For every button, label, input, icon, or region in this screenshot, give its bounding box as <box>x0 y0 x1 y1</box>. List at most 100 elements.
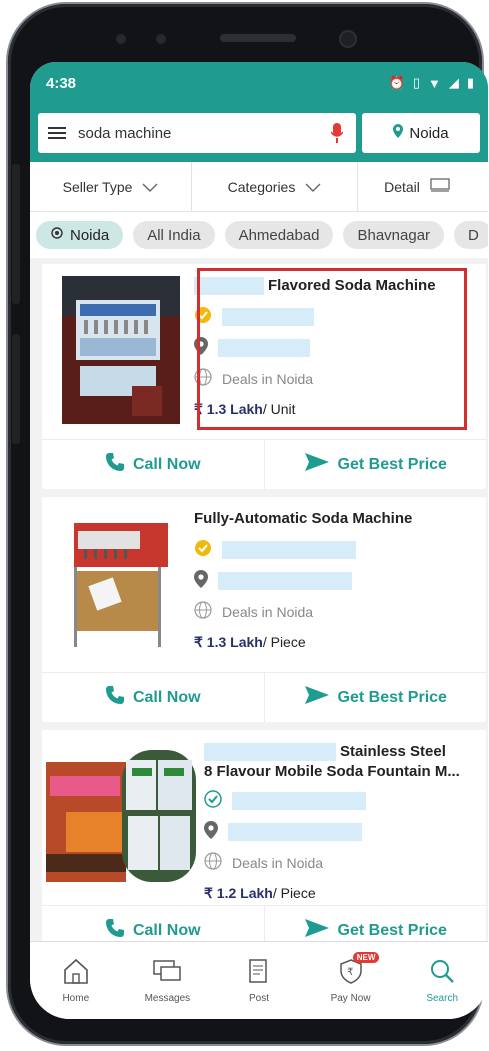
phone-top-bezel <box>8 4 482 64</box>
categories-filter[interactable]: Categories <box>192 162 358 211</box>
product-title-line2[interactable]: 8 Flavour Mobile Soda Fountain M... <box>204 762 460 782</box>
search-icon <box>429 958 455 987</box>
post-icon <box>247 958 271 987</box>
filter-label: Seller Type <box>62 178 133 195</box>
chip-bhavnagar[interactable]: Bhavnagar <box>343 221 445 249</box>
location-pin-icon <box>393 124 404 142</box>
microphone-icon[interactable] <box>328 122 346 144</box>
search-bar: soda machine Noida <box>30 104 488 162</box>
bottom-navigation: Home Messages Post NEW ₹ Pay Now Search <box>30 941 488 1019</box>
redacted-seller <box>222 541 356 559</box>
product-title[interactable]: Stainless Steel <box>340 742 446 762</box>
product-list: Flavored Soda Machine Deals in Noida ₹ 1… <box>30 258 488 955</box>
redacted-company <box>194 277 264 295</box>
send-arrow-icon <box>304 685 330 710</box>
globe-icon <box>204 851 222 875</box>
product-title[interactable]: Fully-Automatic Soda Machine <box>194 509 412 529</box>
verified-badge-icon <box>194 539 212 562</box>
search-input[interactable]: soda machine <box>38 113 356 153</box>
vibrate-icon: ▯ <box>412 75 420 90</box>
target-location-icon <box>50 226 64 244</box>
detail-view-icon <box>430 178 450 195</box>
deals-in-text: Deals in Noida <box>222 371 314 387</box>
sensor-icon <box>156 34 166 44</box>
product-card[interactable]: Stainless Steel 8 Flavour Mobile Soda Fo… <box>42 730 486 955</box>
location-label: Noida <box>409 124 449 142</box>
phone-frame: 4:38 ⏰ ▯ ▼ ◢ ▮ soda machine Noida Seller… <box>8 4 488 1044</box>
button-label: Call Now <box>132 455 201 473</box>
alarm-icon: ⏰ <box>388 75 405 90</box>
nav-label: Messages <box>144 992 191 1004</box>
chip-all-india[interactable]: All India <box>133 221 215 249</box>
filter-bar: Seller Type Categories Detail <box>30 162 488 212</box>
redacted-seller <box>232 792 366 810</box>
phone-icon <box>105 918 125 943</box>
globe-icon <box>194 600 212 624</box>
seller-type-filter[interactable]: Seller Type <box>30 162 192 211</box>
location-selector[interactable]: Noida <box>362 113 480 153</box>
new-badge: NEW <box>352 952 380 963</box>
get-best-price-button[interactable]: Get Best Price <box>263 440 487 489</box>
price-unit: / Unit <box>262 401 296 417</box>
product-price: ₹ 1.2 Lakh/ Piece <box>204 885 476 902</box>
nav-label: Home <box>62 992 90 1004</box>
nav-search[interactable]: Search <box>396 942 488 1019</box>
send-arrow-icon <box>304 452 330 477</box>
nav-label: Search <box>426 992 459 1004</box>
chip-label: Noida <box>70 226 110 244</box>
button-label: Call Now <box>132 688 201 706</box>
chevron-down-icon <box>305 179 321 195</box>
product-image[interactable] <box>46 742 196 890</box>
nav-pay-now[interactable]: NEW ₹ Pay Now <box>305 942 397 1019</box>
call-now-button[interactable]: Call Now <box>42 440 264 489</box>
button-label: Get Best Price <box>337 455 447 473</box>
phone-icon <box>105 685 125 710</box>
price-value: ₹ 1.2 Lakh <box>204 885 273 901</box>
earpiece-speaker <box>220 34 296 42</box>
chip-noida[interactable]: Noida <box>36 221 124 249</box>
product-title[interactable]: Flavored Soda Machine <box>268 276 436 296</box>
product-card[interactable]: Flavored Soda Machine Deals in Noida ₹ 1… <box>42 264 486 489</box>
nav-post[interactable]: Post <box>213 942 305 1019</box>
deals-in-text: Deals in Noida <box>222 604 314 620</box>
svg-text:₹: ₹ <box>347 967 353 978</box>
get-best-price-button[interactable]: Get Best Price <box>263 673 487 722</box>
chevron-down-icon <box>142 179 158 195</box>
phone-icon <box>105 452 125 477</box>
menu-icon[interactable] <box>48 127 66 139</box>
button-label: Get Best Price <box>337 921 447 939</box>
chip-ahmedabad[interactable]: Ahmedabad <box>224 221 334 249</box>
location-chips: Noida All India Ahmedabad Bhavnagar D <box>30 212 488 258</box>
send-arrow-icon <box>304 918 330 943</box>
price-unit: / Piece <box>272 885 316 901</box>
app-screen: 4:38 ⏰ ▯ ▼ ◢ ▮ soda machine Noida Seller… <box>30 62 488 1019</box>
verified-check-icon <box>204 789 222 813</box>
messages-icon <box>152 958 182 987</box>
location-pin-icon <box>194 336 208 360</box>
nav-messages[interactable]: Messages <box>122 942 214 1019</box>
detail-view-toggle[interactable]: Detail <box>358 162 476 211</box>
home-icon <box>62 958 90 987</box>
product-image[interactable] <box>62 276 180 424</box>
status-icons: ⏰ ▯ ▼ ◢ ▮ <box>389 75 474 91</box>
product-image[interactable] <box>62 509 180 657</box>
product-card[interactable]: Fully-Automatic Soda Machine Deals in No… <box>42 497 486 722</box>
nav-home[interactable]: Home <box>30 942 122 1019</box>
price-value: ₹ 1.3 Lakh <box>194 634 263 650</box>
redacted-company <box>204 743 336 761</box>
redacted-address <box>228 823 362 841</box>
price-value: ₹ 1.3 Lakh <box>194 401 263 417</box>
price-unit: / Piece <box>262 634 306 650</box>
location-pin-icon <box>194 569 208 593</box>
nav-label: Pay Now <box>330 992 371 1004</box>
chip-more[interactable]: D <box>454 221 488 249</box>
volume-button <box>12 164 20 304</box>
status-bar: 4:38 ⏰ ▯ ▼ ◢ ▮ <box>30 62 488 104</box>
power-button <box>12 334 20 444</box>
product-price: ₹ 1.3 Lakh/ Unit <box>194 401 476 418</box>
search-query[interactable]: soda machine <box>78 125 316 142</box>
signal-icon: ◢ <box>448 75 459 90</box>
call-now-button[interactable]: Call Now <box>42 673 264 722</box>
location-pin-icon <box>204 820 218 844</box>
product-price: ₹ 1.3 Lakh/ Piece <box>194 634 476 651</box>
